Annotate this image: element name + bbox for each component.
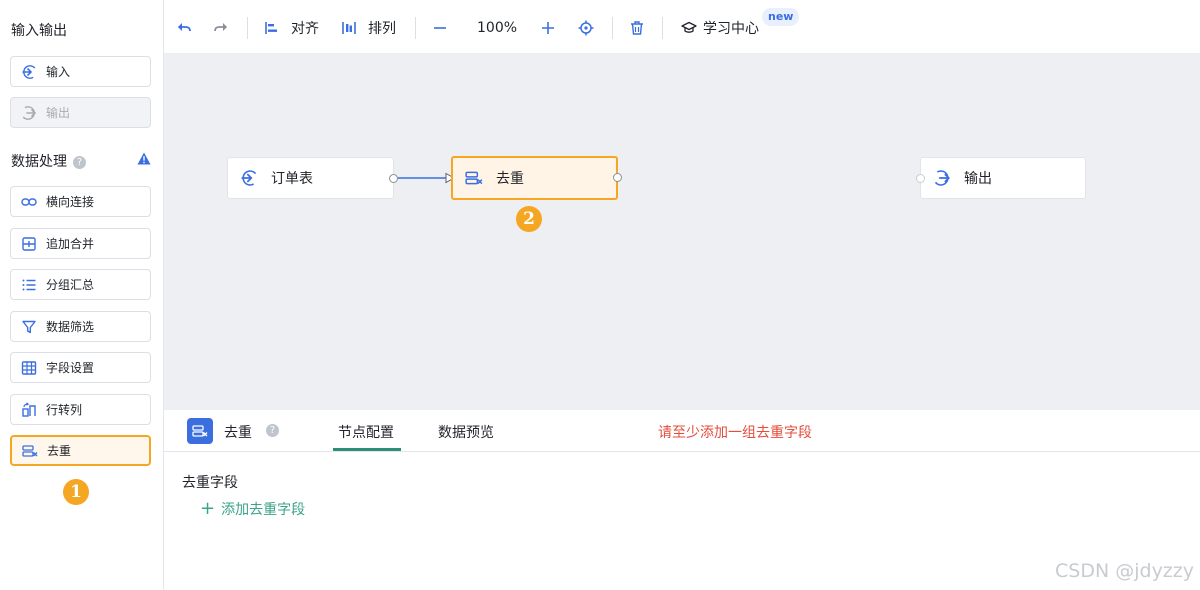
panel-title: 去重 (224, 425, 252, 441)
watermark: CSDN @jdyzzy (1055, 560, 1194, 582)
output-port[interactable] (389, 174, 398, 183)
sidebar-item-label: 去重 (47, 444, 72, 458)
input-icon (21, 64, 37, 80)
output-icon (933, 169, 951, 187)
dedup-icon (187, 418, 213, 444)
align-button[interactable]: 对齐 (264, 18, 319, 38)
toolbar-divider (662, 17, 663, 39)
learning-center-label: 学习中心 (703, 21, 759, 37)
sidebar-item-label: 追加合并 (46, 237, 95, 251)
flow-canvas[interactable]: 订单表 去重 2 输出 (164, 54, 1200, 410)
active-tab-indicator (333, 448, 401, 451)
node-output[interactable]: 输出 (916, 157, 1086, 199)
merge-icon (21, 236, 37, 252)
validation-message: 请至少添加一组去重字段 (658, 425, 812, 441)
redo-icon[interactable] (213, 18, 229, 38)
section-title-io: 输入输出 (11, 23, 67, 39)
sidebar-item-output[interactable]: 输出 (10, 97, 151, 128)
table-icon (21, 360, 37, 376)
tab-node-config[interactable]: 节点配置 (338, 422, 394, 442)
sidebar-item-label: 行转列 (46, 403, 83, 417)
sidebar-item-label: 数据筛选 (46, 320, 95, 334)
zoom-level: 100% (477, 20, 518, 36)
sidebar-item-label: 横向连接 (46, 195, 95, 209)
input-icon (240, 169, 258, 187)
sidebar-item-label: 分组汇总 (46, 278, 95, 292)
zoom-in-icon[interactable] (540, 18, 556, 38)
arrange-button[interactable]: 排列 (341, 18, 396, 38)
step-badge-2: 2 (516, 206, 542, 232)
locate-icon[interactable] (578, 18, 594, 38)
sidebar-item-input[interactable]: 输入 (10, 56, 151, 87)
output-port[interactable] (613, 173, 622, 182)
sidebar-item-join[interactable]: 横向连接 (10, 186, 151, 217)
align-icon (265, 22, 277, 34)
section-title-text: 数据处理 (11, 154, 67, 170)
app: 输入输出 输入 输出 数据处理? 横向连接 追加合并 分组汇总 数据筛选 字段设… (0, 0, 1200, 590)
toolbar-divider (247, 17, 248, 39)
help-icon[interactable]: ? (266, 424, 279, 437)
new-badge: new (762, 8, 800, 26)
sidebar-item-filter[interactable]: 数据筛选 (10, 311, 151, 342)
dedup-icon (22, 443, 38, 459)
section-title-processing: 数据处理? (11, 151, 86, 171)
add-dedup-field-label: 添加去重字段 (221, 502, 306, 518)
node-label: 输出 (964, 171, 992, 187)
sidebar-item-fields[interactable]: 字段设置 (10, 352, 151, 383)
toolbar: 对齐 排列 100% 学习中心 new (164, 0, 1200, 54)
input-port[interactable] (916, 174, 925, 183)
undo-icon[interactable] (176, 18, 192, 38)
align-label: 对齐 (291, 21, 319, 37)
link-icon (21, 194, 37, 210)
output-icon (21, 105, 37, 121)
learning-center-button[interactable]: 学习中心 (681, 18, 759, 38)
tab-data-preview[interactable]: 数据预览 (438, 422, 494, 442)
warning-icon[interactable] (137, 152, 151, 165)
config-panel: 去重 ? 节点配置 数据预览 请至少添加一组去重字段 去重字段 + 添加去重字段 (164, 410, 1200, 590)
zoom-out-icon[interactable] (432, 18, 448, 38)
node-dedup[interactable]: 去重 (451, 156, 622, 200)
node-label: 去重 (496, 171, 524, 187)
arrange-icon (342, 22, 356, 34)
sidebar-item-dedup[interactable]: 去重 (10, 435, 151, 466)
node-order-table[interactable]: 订单表 (227, 157, 398, 199)
pivot-icon (21, 401, 37, 418)
graduation-cap-icon (681, 21, 697, 33)
connector-edge (398, 172, 456, 184)
toolbar-divider (612, 17, 613, 39)
help-icon[interactable]: ? (73, 156, 86, 169)
sidebar: 输入输出 输入 输出 数据处理? 横向连接 追加合并 分组汇总 数据筛选 字段设… (0, 0, 164, 590)
sidebar-item-pivot[interactable]: 行转列 (10, 394, 151, 425)
dedup-fields-label: 去重字段 (182, 475, 238, 491)
delete-icon[interactable] (629, 18, 645, 38)
node-label: 订单表 (271, 171, 313, 187)
sidebar-item-label: 输出 (46, 106, 71, 120)
sidebar-item-label: 输入 (46, 65, 71, 79)
toolbar-divider (415, 17, 416, 39)
arrange-label: 排列 (368, 21, 396, 37)
sidebar-item-label: 字段设置 (46, 361, 95, 375)
panel-header: 去重 ? 节点配置 数据预览 请至少添加一组去重字段 (164, 410, 1200, 452)
sidebar-item-append[interactable]: 追加合并 (10, 228, 151, 259)
dedup-icon (465, 169, 483, 187)
plus-icon: + (200, 498, 216, 519)
step-badge-1: 1 (63, 479, 89, 505)
filter-icon (21, 319, 37, 335)
add-dedup-field-button[interactable]: + 添加去重字段 (200, 499, 305, 519)
sidebar-item-group[interactable]: 分组汇总 (10, 269, 151, 300)
list-icon (21, 277, 37, 293)
